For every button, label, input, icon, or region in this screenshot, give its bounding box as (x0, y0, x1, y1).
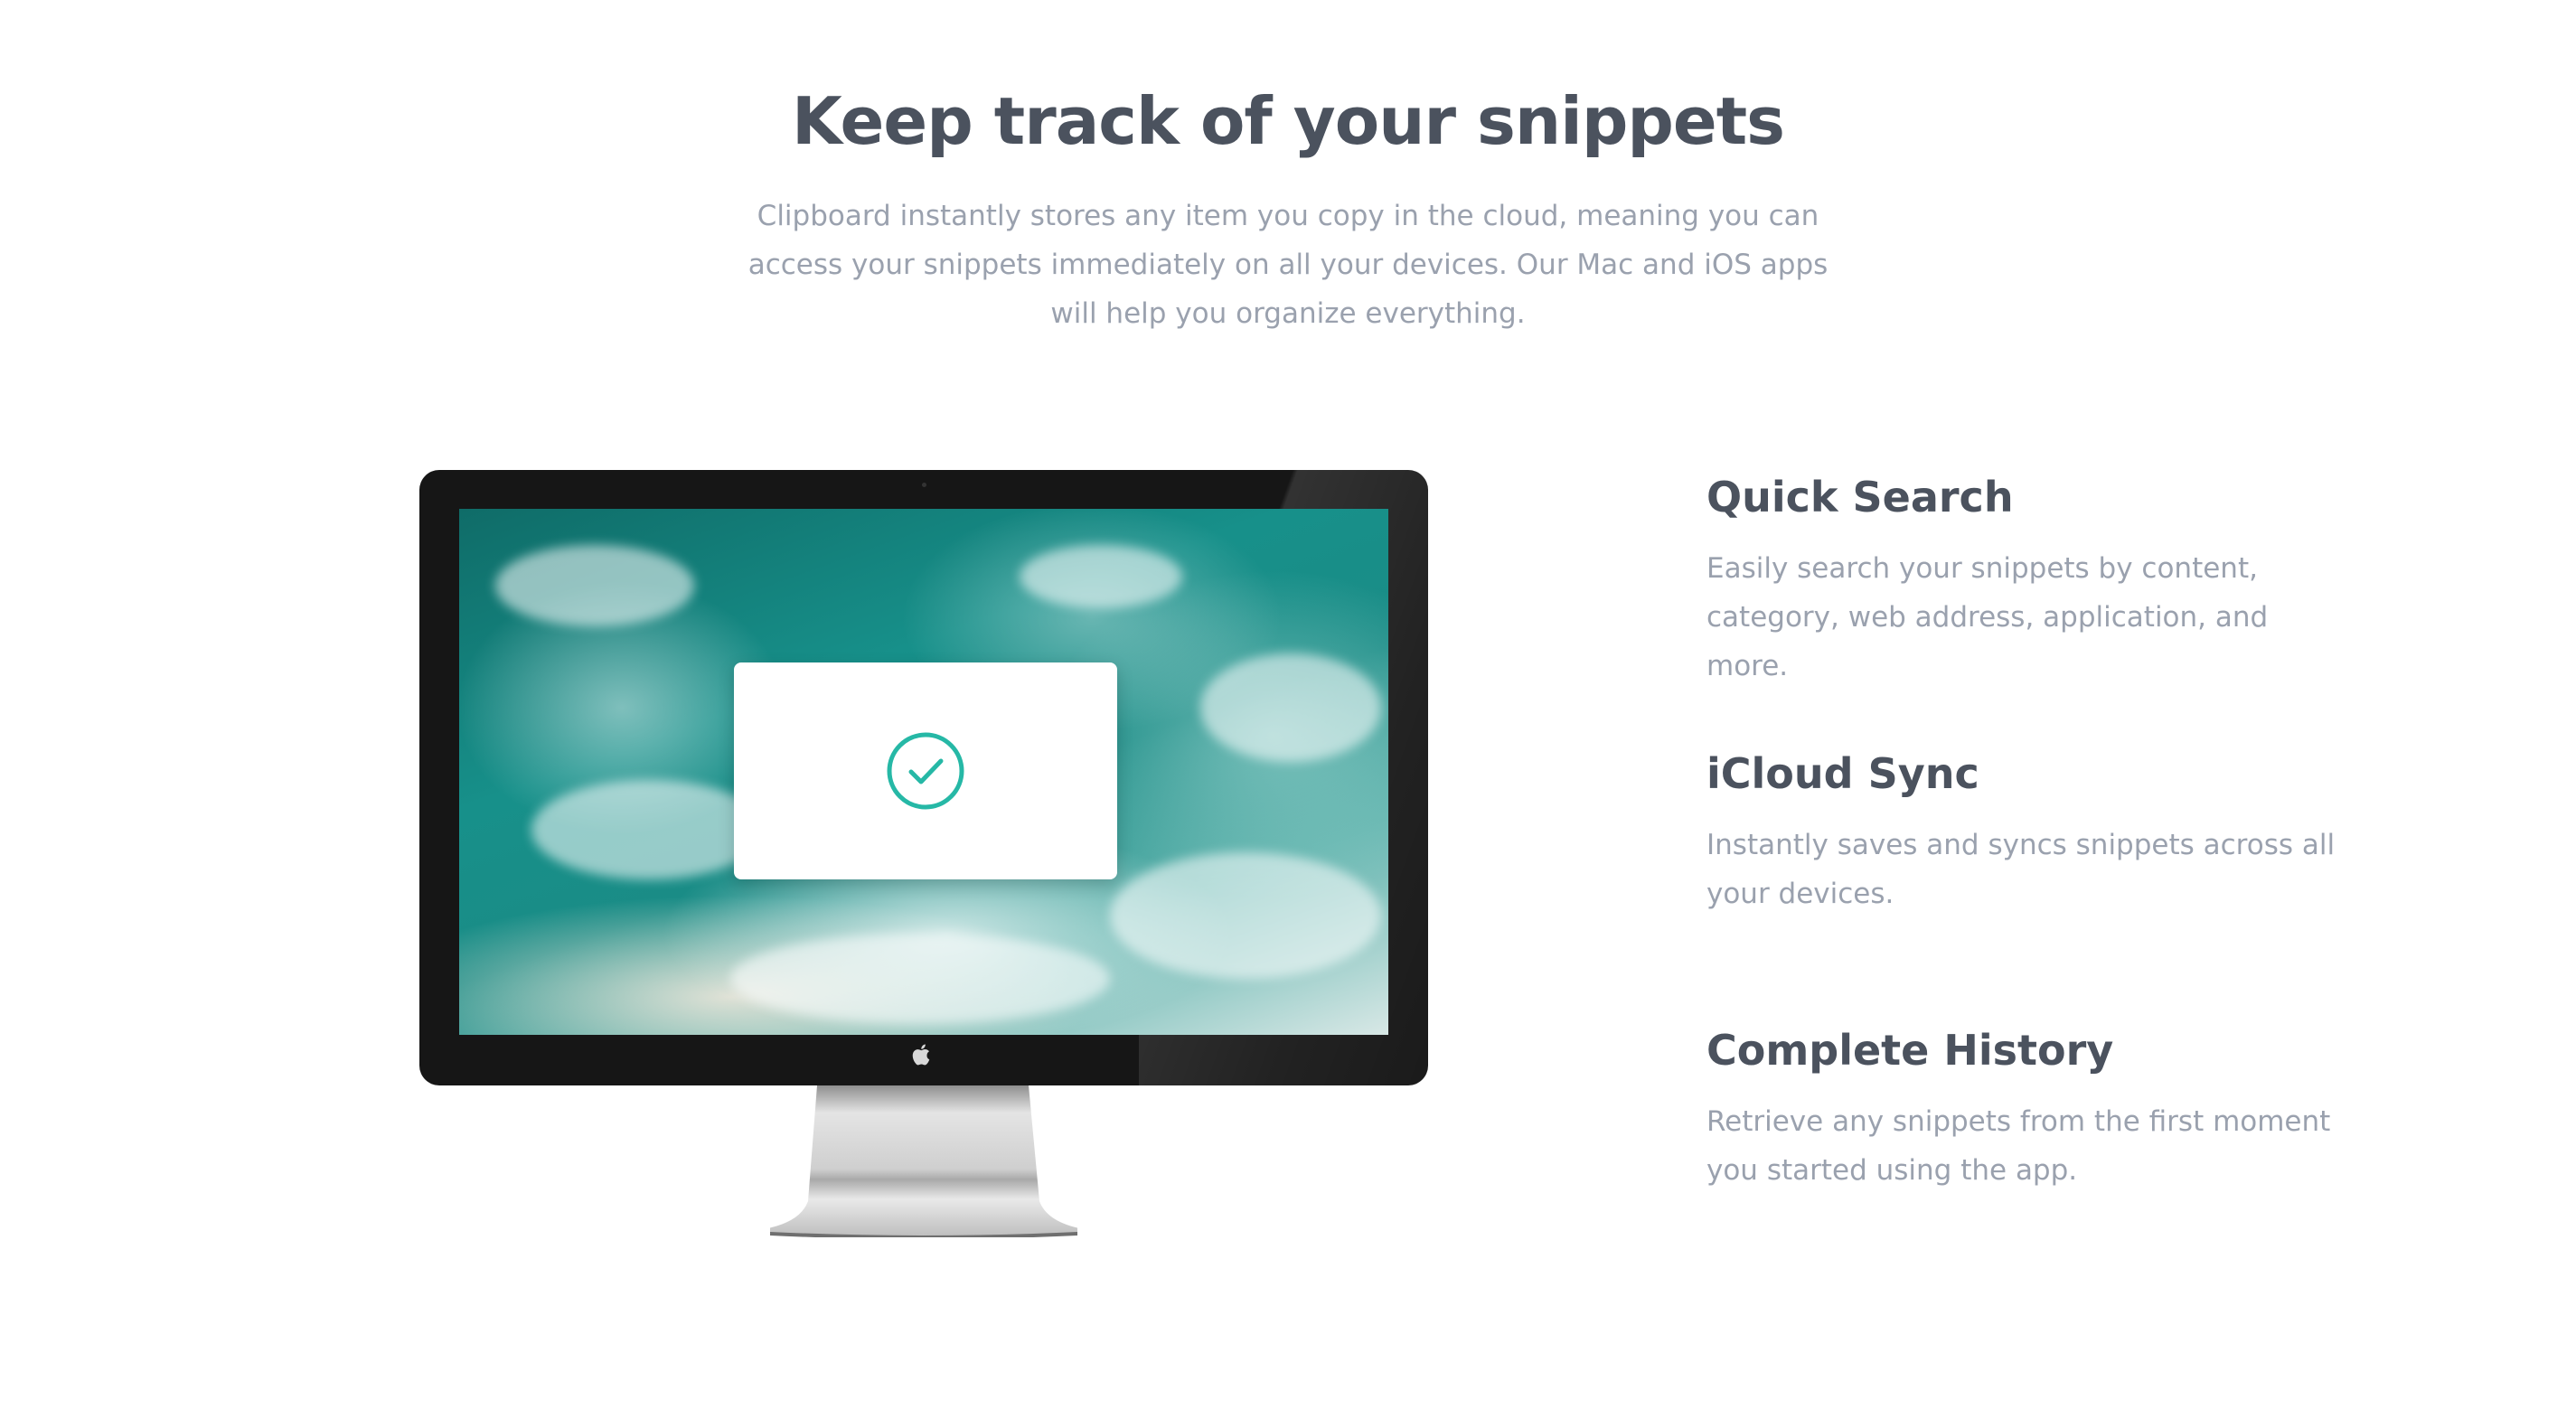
feature-title: Quick Search (1706, 473, 2014, 521)
feature-icloud-sync: iCloud Sync Instantly saves and syncs sn… (1706, 747, 2339, 918)
section-title: Keep track of your snippets (792, 83, 1785, 159)
feature-title: Complete History (1706, 1026, 2114, 1075)
feature-description: Retrieve any snippets from the first mom… (1706, 1105, 2331, 1187)
feature-description: Instantly saves and syncs snippets acros… (1706, 829, 2336, 910)
checkmark-circle-icon (887, 732, 964, 810)
feature-title: iCloud Sync (1706, 749, 1979, 798)
apple-logo-icon (912, 1044, 930, 1066)
monitor-screen (459, 509, 1388, 1035)
monitor-stand (770, 1085, 1077, 1237)
feature-complete-history: Complete History Retrieve any snippets f… (1706, 1023, 2339, 1195)
monitor-illustration (419, 470, 1428, 1238)
feature-quick-search: Quick Search Easily search your snippets… (1706, 470, 2339, 691)
section-description: Clipboard instantly stores any item you … (747, 200, 1829, 330)
confirmation-dialog (734, 662, 1117, 879)
feature-description: Easily search your snippets by content, … (1706, 552, 2269, 682)
monitor-bezel (419, 470, 1428, 1085)
camera-icon (922, 483, 926, 487)
